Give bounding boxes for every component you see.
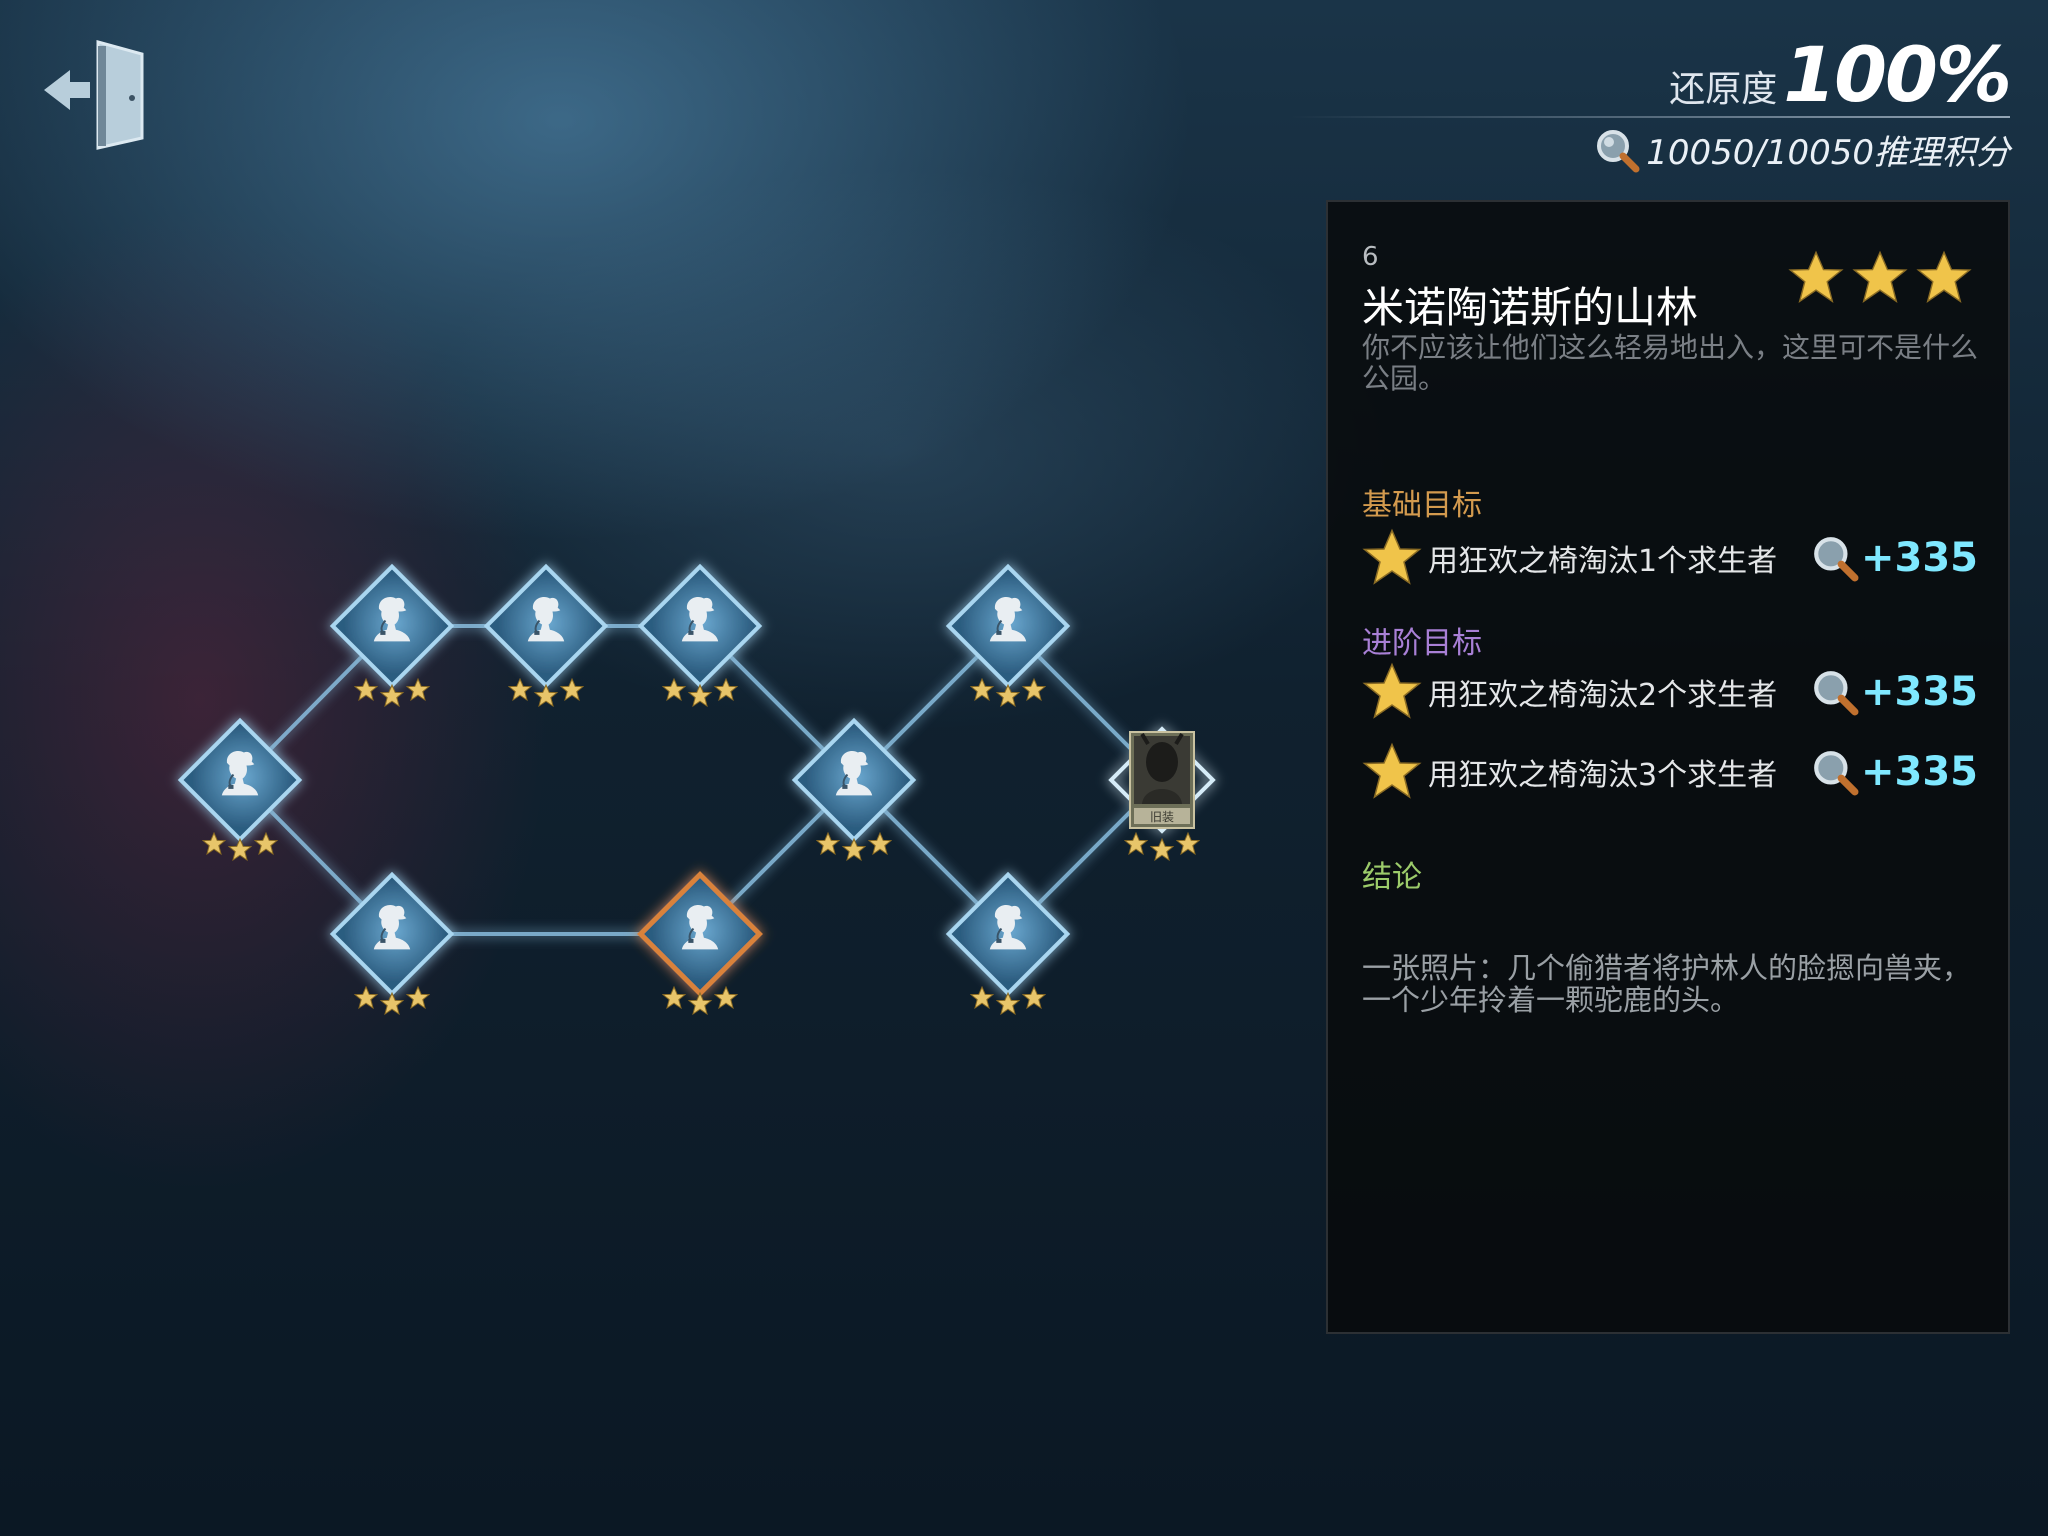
level-node-8[interactable] — [945, 563, 1071, 707]
magnifier-icon — [1814, 537, 1859, 582]
hud-divider — [1290, 116, 2010, 118]
restore-row: 还原度 100% — [1594, 30, 2012, 119]
goal-points: +335 — [1860, 749, 1978, 795]
conclusion-text: 一张照片：几个偷猎者将护林人的脸摁向兽夹，一个少年拎着一颗驼鹿的头。 — [1362, 951, 1972, 1017]
magnifier-icon — [1814, 671, 1859, 716]
goal-points: +335 — [1860, 669, 1978, 715]
magnifier-icon — [1814, 751, 1859, 796]
level-index: 6 — [1362, 242, 1379, 272]
node-stars — [1124, 832, 1200, 861]
level-rating-stars — [1788, 250, 1972, 306]
goal-reward: +335 — [1811, 534, 1978, 582]
star-icon — [1788, 250, 1844, 303]
portrait-caption: 旧装 — [1150, 810, 1174, 824]
conclusion-title: 结论 — [1362, 860, 1422, 895]
progress-hud: 还原度 100% 10050/10050推理积分 — [1290, 30, 2012, 174]
level-node-5[interactable] — [329, 871, 455, 1015]
restore-value: 100% — [1783, 30, 2012, 119]
level-node-4[interactable] — [637, 563, 763, 707]
level-description: 你不应该让他们这么轻易地出入，这里可不是什么公园。 — [1362, 331, 1979, 395]
basic-goals-title: 基础目标 — [1362, 488, 1482, 523]
level-node-10-final[interactable]: 旧装 — [1108, 726, 1216, 861]
star-icon — [1362, 742, 1422, 799]
character-portrait-icon: 旧装 — [1129, 731, 1195, 829]
level-map: 旧装 — [177, 563, 1216, 1015]
score-text: 10050/10050推理积分 — [1646, 133, 2010, 173]
star-icon — [1916, 250, 1972, 303]
goal-text: 用狂欢之椅淘汰3个求生者 — [1428, 758, 1778, 793]
magnifier-icon — [1597, 129, 1640, 172]
goal-text: 用狂欢之椅淘汰1个求生者 — [1428, 544, 1778, 579]
level-detail-panel: 6 米诺陶诺斯的山林 你不应该让他们这么轻易地出入，这里可不是什么公园。 基础目… — [1326, 200, 2010, 1334]
goal-row: 用狂欢之椅淘汰3个求生者 +335 — [1362, 742, 1978, 802]
advanced-goals-title: 进阶目标 — [1362, 626, 1482, 661]
star-icon — [1362, 662, 1422, 719]
goal-reward: +335 — [1811, 668, 1978, 716]
restore-label: 还原度 — [1669, 69, 1778, 110]
goal-text: 用狂欢之椅淘汰2个求生者 — [1428, 678, 1778, 713]
level-node-2[interactable] — [329, 563, 455, 707]
level-title: 米诺陶诺斯的山林 — [1362, 283, 1699, 332]
goal-row: 用狂欢之椅淘汰1个求生者 +335 — [1362, 528, 1978, 588]
level-node-1[interactable] — [177, 717, 303, 861]
goal-row: 用狂欢之椅淘汰2个求生者 +335 — [1362, 662, 1978, 722]
level-node-7[interactable] — [791, 717, 917, 861]
goal-points: +335 — [1860, 535, 1978, 581]
goal-reward: +335 — [1811, 748, 1978, 796]
score-row: 10050/10050推理积分 — [1594, 125, 2010, 174]
level-node-6-selected[interactable] — [637, 871, 763, 1015]
level-node-3[interactable] — [483, 563, 609, 707]
level-node-9[interactable] — [945, 871, 1071, 1015]
star-icon — [1362, 528, 1422, 585]
star-icon — [1852, 250, 1908, 303]
